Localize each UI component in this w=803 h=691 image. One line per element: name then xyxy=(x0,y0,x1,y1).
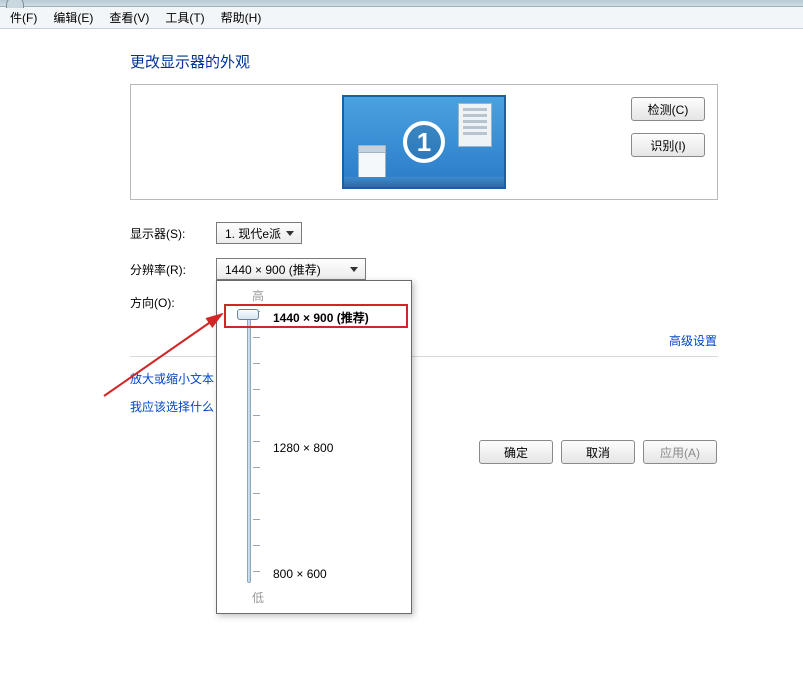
resolution-select[interactable]: 1440 × 900 (推荐) xyxy=(216,258,366,280)
resolution-option-current[interactable]: 1440 × 900 (推荐) xyxy=(273,309,369,326)
slider-tick xyxy=(253,415,260,416)
display-preview-frame: 1 检测(C) 识别(I) xyxy=(130,84,718,200)
slider-tick xyxy=(253,363,260,364)
menu-view[interactable]: 查看(V) xyxy=(101,7,157,28)
menubar: 件(F) 编辑(E) 查看(V) 工具(T) 帮助(H) xyxy=(0,7,803,29)
menu-tools[interactable]: 工具(T) xyxy=(157,7,212,28)
resolution-slider-panel: 高 1440 × 900 (推荐) 1280 × 800 800 × 600 低 xyxy=(216,280,412,614)
dialog-button-row: 确定 取消 应用(A) xyxy=(479,440,717,464)
display-select-value: 1. 现代e派 xyxy=(225,225,281,242)
slider-tick xyxy=(253,441,260,442)
ok-button[interactable]: 确定 xyxy=(479,440,553,464)
preview-window-icon xyxy=(458,103,492,147)
menu-file[interactable]: 件(F) xyxy=(2,7,45,28)
chevron-down-icon xyxy=(283,226,297,240)
slider-tick xyxy=(253,545,260,546)
resolution-label: 分辨率(R): xyxy=(130,261,216,278)
display-select[interactable]: 1. 现代e派 xyxy=(216,222,302,244)
zoom-text-link[interactable]: 放大或缩小文本 xyxy=(130,365,214,393)
page-title: 更改显示器的外观 xyxy=(130,51,773,72)
slider-tick xyxy=(253,493,260,494)
resolution-option-mid[interactable]: 1280 × 800 xyxy=(273,441,333,455)
slider-tick xyxy=(253,571,260,572)
slider-tick xyxy=(253,467,260,468)
display-label: 显示器(S): xyxy=(130,225,216,242)
window-titlebar-strip xyxy=(0,0,803,7)
orientation-label: 方向(O): xyxy=(130,294,216,311)
apply-button[interactable]: 应用(A) xyxy=(643,440,717,464)
advanced-settings-link[interactable]: 高级设置 xyxy=(669,332,717,349)
slider-tick xyxy=(253,337,260,338)
slider-high-label: 高 xyxy=(243,287,273,304)
preview-taskbar xyxy=(344,177,504,187)
chevron-down-icon xyxy=(347,262,361,276)
slider-thumb[interactable] xyxy=(237,309,259,320)
identify-button[interactable]: 识别(I) xyxy=(631,133,705,157)
display-preview-monitor[interactable]: 1 xyxy=(342,95,506,189)
slider-tick xyxy=(253,519,260,520)
slider-track[interactable] xyxy=(247,311,251,583)
slider-low-label: 低 xyxy=(243,589,273,606)
back-button-hint xyxy=(6,0,24,8)
detect-button[interactable]: 检测(C) xyxy=(631,97,705,121)
menu-help[interactable]: 帮助(H) xyxy=(213,7,270,28)
cancel-button[interactable]: 取消 xyxy=(561,440,635,464)
help-choose-link[interactable]: 我应该选择什么 xyxy=(130,393,214,421)
monitor-number-badge: 1 xyxy=(403,121,445,163)
resolution-option-low[interactable]: 800 × 600 xyxy=(273,567,327,581)
slider-tick xyxy=(253,389,260,390)
resolution-select-value: 1440 × 900 (推荐) xyxy=(225,261,321,278)
preview-mini-window-icon xyxy=(358,145,386,179)
menu-edit[interactable]: 编辑(E) xyxy=(45,7,101,28)
